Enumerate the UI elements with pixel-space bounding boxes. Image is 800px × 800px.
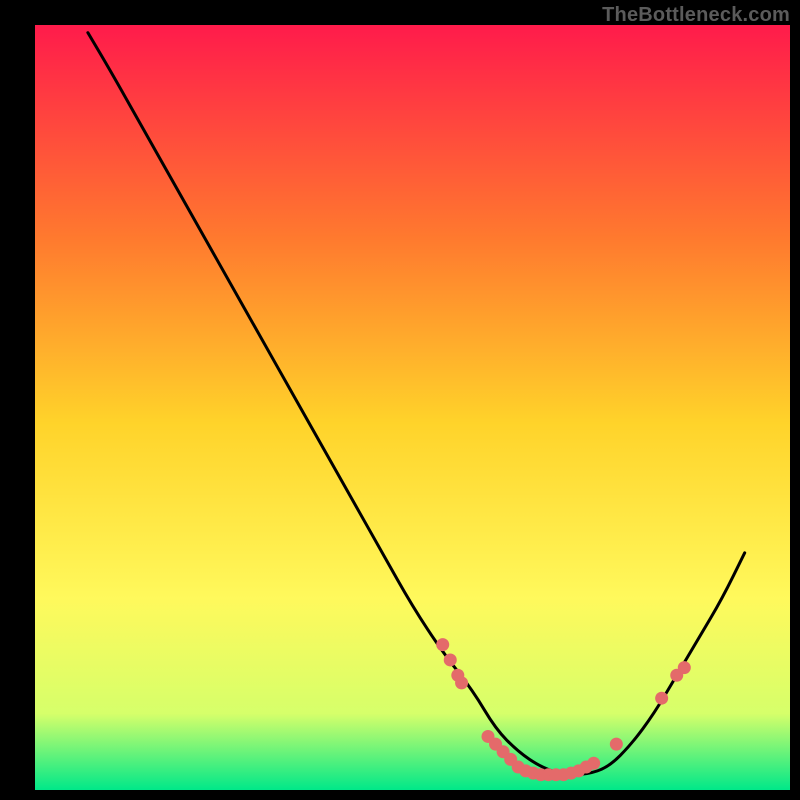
highlight-point xyxy=(455,676,468,689)
chart-container: TheBottleneck.com xyxy=(0,0,800,800)
highlight-point xyxy=(655,692,668,705)
watermark: TheBottleneck.com xyxy=(602,4,790,27)
highlight-point xyxy=(587,757,600,770)
highlight-point xyxy=(444,653,457,666)
highlight-point xyxy=(610,738,623,751)
bottleneck-chart xyxy=(0,0,800,800)
highlight-point xyxy=(436,638,449,651)
highlight-point xyxy=(678,661,691,674)
